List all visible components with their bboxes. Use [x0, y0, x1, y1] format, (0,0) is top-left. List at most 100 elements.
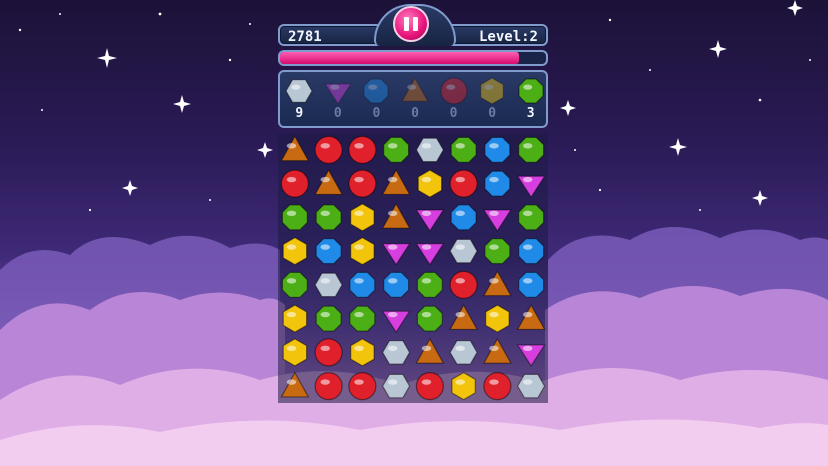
pause-button[interactable]	[393, 6, 429, 42]
gem-white[interactable]	[415, 137, 445, 163]
gem-blue[interactable]	[518, 238, 545, 265]
gem-blue[interactable]	[315, 238, 342, 265]
gem-red[interactable]	[314, 372, 343, 401]
gem-white[interactable]	[449, 340, 478, 365]
star-icon	[669, 138, 687, 156]
gem-purple[interactable]	[516, 344, 546, 367]
gem-blue-icon	[363, 78, 390, 104]
gem-yellow[interactable]	[451, 371, 476, 401]
goal-green: 3	[516, 74, 546, 122]
gem-white[interactable]	[449, 238, 478, 264]
gem-white[interactable]	[381, 340, 411, 365]
gem-blue[interactable]	[450, 204, 477, 231]
gem-blue[interactable]	[349, 271, 376, 298]
gem-red[interactable]	[348, 135, 377, 164]
gem-red[interactable]	[483, 372, 512, 401]
gem-goals-panel: 9 0 0 0 0 0 3	[278, 70, 548, 128]
gem-red[interactable]	[449, 270, 478, 299]
gem-yellow[interactable]	[282, 338, 308, 367]
gem-purple[interactable]	[381, 243, 411, 266]
level-display: Level:2	[444, 24, 548, 46]
goal-count: 3	[526, 106, 535, 121]
gem-red[interactable]	[314, 135, 343, 164]
gem-purple[interactable]	[482, 209, 512, 232]
gem-green-icon	[518, 78, 544, 104]
gem-orange[interactable]	[482, 270, 512, 297]
game-board	[278, 133, 548, 403]
gem-orange[interactable]	[516, 303, 546, 331]
goal-orange: 0	[400, 74, 430, 122]
gem-purple[interactable]	[415, 243, 445, 266]
gem-green[interactable]	[416, 271, 443, 298]
gem-green[interactable]	[518, 136, 545, 163]
star-icon	[122, 180, 138, 196]
star-icon	[787, 0, 803, 16]
gem-yellow[interactable]	[350, 236, 375, 266]
goal-count: 0	[411, 106, 419, 121]
gem-purple-icon	[323, 83, 352, 106]
gem-red[interactable]	[348, 169, 377, 198]
goal-count: 9	[295, 106, 304, 121]
gem-yellow[interactable]	[350, 203, 375, 232]
gem-purple[interactable]	[381, 310, 411, 334]
gem-orange[interactable]	[449, 303, 479, 331]
gem-orange[interactable]	[381, 202, 411, 229]
gem-green[interactable]	[315, 305, 342, 332]
goal-blue: 0	[361, 74, 391, 122]
gem-red[interactable]	[348, 372, 377, 401]
gem-green[interactable]	[281, 271, 308, 298]
gem-purple[interactable]	[415, 209, 445, 232]
gem-green[interactable]	[450, 136, 477, 163]
goal-yellow: 0	[477, 74, 507, 122]
gem-white[interactable]	[516, 373, 546, 399]
gem-yellow[interactable]	[417, 169, 443, 198]
goal-count: 0	[488, 106, 497, 121]
gem-orange-icon	[400, 76, 430, 102]
gem-blue[interactable]	[484, 170, 511, 197]
gem-blue[interactable]	[484, 136, 511, 163]
goal-purple: 0	[323, 74, 353, 122]
gem-blue[interactable]	[518, 271, 545, 298]
goal-count: 0	[372, 106, 381, 121]
gem-yellow[interactable]	[282, 304, 308, 333]
goal-red: 0	[439, 74, 469, 122]
level-progress-bar	[278, 50, 548, 66]
gem-orange[interactable]	[381, 168, 411, 196]
gem-yellow-icon	[480, 77, 505, 105]
gem-yellow[interactable]	[350, 338, 375, 367]
gem-red[interactable]	[280, 169, 309, 198]
gem-purple[interactable]	[516, 175, 546, 199]
gem-white[interactable]	[314, 272, 343, 298]
gem-grid	[280, 135, 546, 401]
gem-red-icon	[439, 77, 468, 105]
pause-icon-bar	[413, 17, 418, 31]
goal-white: 9	[284, 74, 314, 122]
gem-green[interactable]	[383, 136, 410, 163]
gem-red[interactable]	[449, 169, 478, 198]
gem-green[interactable]	[416, 305, 443, 332]
gem-white-icon	[285, 79, 313, 103]
gem-red[interactable]	[314, 338, 343, 367]
star-icon	[97, 48, 117, 68]
gem-yellow[interactable]	[282, 236, 308, 266]
goal-count: 0	[333, 106, 342, 121]
gem-orange[interactable]	[415, 337, 445, 364]
level-progress-fill	[280, 52, 520, 64]
gem-green[interactable]	[349, 305, 376, 332]
hud-panel: 2781 Level:2 9 0 0 0 0 0 3	[278, 4, 548, 130]
star-icon	[752, 190, 768, 206]
gem-orange[interactable]	[280, 135, 310, 162]
gem-orange[interactable]	[482, 337, 512, 364]
gem-green[interactable]	[281, 204, 308, 231]
gem-orange[interactable]	[314, 168, 344, 196]
gem-yellow[interactable]	[485, 304, 510, 333]
gem-green[interactable]	[315, 204, 342, 231]
gem-white[interactable]	[381, 373, 411, 399]
gem-green[interactable]	[518, 204, 545, 231]
gem-green[interactable]	[484, 238, 511, 265]
gem-blue[interactable]	[383, 271, 410, 298]
star-icon	[560, 100, 576, 116]
gem-red[interactable]	[415, 372, 444, 401]
gem-orange[interactable]	[280, 371, 310, 398]
star-icon	[173, 95, 191, 113]
